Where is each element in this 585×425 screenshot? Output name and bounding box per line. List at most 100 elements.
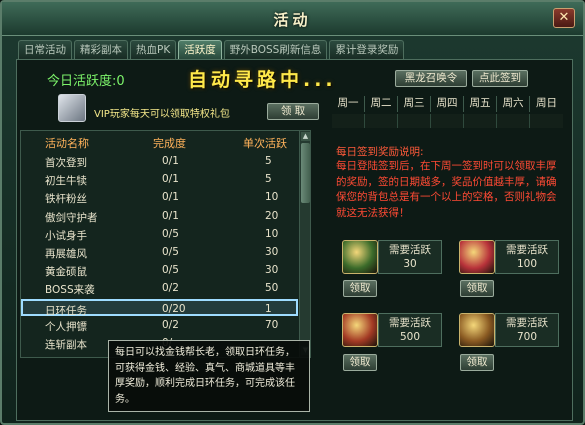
progress-cell: 0/2 [162, 318, 179, 331]
summon-button[interactable]: 黑龙召唤令 [395, 70, 467, 87]
day-slot [431, 114, 464, 128]
week-header: 周一 周二 周三 周四 周五 周六 周日 [332, 96, 564, 112]
day-mon: 周一 [332, 96, 365, 112]
table-row[interactable]: 日环任务 0/20 1 [21, 298, 298, 317]
day-slot [464, 114, 497, 128]
activity-name-cell: 黄金硕鼠 [45, 266, 87, 279]
day-wed: 周三 [398, 96, 431, 112]
reward-requirement: 需要活跃 500 [378, 313, 442, 347]
points-cell: 30 [265, 246, 279, 258]
activity-name-cell: 首次登到 [45, 157, 87, 169]
table-row[interactable]: 首次登到 0/1 5 [21, 153, 298, 170]
activity-table: 活动名称 完成度 单次活跃 首次登到 0/1 5 初生牛犊 0/1 5 铁杆粉丝 0/1 10 傲… [20, 130, 311, 358]
day-fri: 周五 [464, 96, 497, 112]
points-cell: 70 [265, 318, 279, 331]
task-tooltip: 每日可以找金钱帮长老，领取日环任务，可获得金钱、经验、真气、商城道具等丰厚奖励，… [108, 340, 310, 412]
reward-requirement-label: 需要活跃 [506, 317, 548, 329]
activity-name-cell: 再展雄风 [45, 248, 87, 260]
points-cell: 20 [265, 209, 279, 222]
tab-bar: 日常活动 精彩副本 热血PK 活跃度 野外BOSS刷新信息 累计登录奖励 [18, 40, 405, 59]
col-activity-name: 活动名称 [45, 137, 89, 150]
vip-gift-icon[interactable] [58, 94, 86, 122]
activity-name-cell: BOSS来袭 [45, 284, 95, 297]
day-slot [497, 114, 530, 128]
table-row[interactable]: 初生牛犊 0/1 5 [21, 171, 298, 188]
table-row[interactable]: 黄金硕鼠 0/5 30 [21, 262, 298, 279]
reward-requirement-value: 100 [516, 258, 538, 270]
treasure-chest-icon[interactable] [342, 240, 378, 274]
claim-vip-button[interactable]: 领 取 [267, 103, 319, 120]
tab-daily[interactable]: 日常活动 [18, 40, 72, 59]
activity-name-cell: 日环任务 [45, 304, 87, 317]
day-slot [398, 114, 431, 128]
points-cell: 10 [265, 191, 279, 204]
claim-reward-button[interactable]: 领取 [343, 280, 377, 297]
points-cell: 1 [265, 302, 272, 315]
title-bar[interactable]: 活动 ✕ [2, 2, 583, 36]
signin-day-slots [332, 114, 564, 128]
table-row[interactable]: 傲剑守护者 0/1 20 [21, 208, 298, 225]
col-progress: 完成度 [153, 137, 186, 150]
activity-name-cell: 个人押镖 [45, 320, 87, 333]
signin-reward-title: 每日签到奖励说明: [336, 146, 424, 158]
points-cell: 10 [265, 227, 279, 240]
progress-cell: 0/5 [162, 227, 179, 240]
day-sun: 周日 [536, 97, 557, 109]
signin-reward-description: 每日登陆签到后，在下周一签到时可以领取丰厚的奖励，签的日期越多，奖品价值越丰厚，… [336, 160, 557, 219]
activity-name-cell: 铁杆粉丝 [45, 193, 87, 206]
claim-reward-button[interactable]: 领取 [460, 354, 494, 371]
claim-reward-button[interactable]: 领取 [343, 354, 377, 371]
activity-score: 今日活跃度:0 [47, 74, 125, 89]
activity-name-cell: 傲剑守护者 [45, 211, 98, 224]
table-row[interactable]: BOSS来袭 0/2 50 [21, 280, 298, 297]
day-slot [332, 114, 365, 128]
day-slot [365, 114, 398, 128]
progress-cell: 0/20 [162, 302, 186, 315]
points-cell: 50 [265, 282, 279, 295]
window-title: 活动 [273, 11, 312, 29]
tab-login-rewards[interactable]: 累计登录奖励 [329, 40, 405, 59]
table-scrollbar[interactable]: ▲ ▼ [299, 131, 310, 357]
progress-cell: 0/5 [162, 264, 179, 277]
points-cell: 30 [265, 264, 279, 277]
day-thu: 周四 [431, 96, 464, 112]
scroll-up-icon[interactable]: ▲ [301, 132, 310, 141]
tab-pk[interactable]: 热血PK [130, 40, 177, 59]
activity-name-cell: 连斩副本 [45, 339, 87, 351]
activity-name-cell: 小试身手 [45, 229, 87, 242]
col-points: 单次活跃 [243, 137, 287, 150]
day-sat: 周六 [497, 96, 530, 112]
reward-requirement-label: 需要活跃 [389, 317, 431, 329]
activity-name-cell: 初生牛犊 [45, 175, 87, 188]
day-tue: 周二 [365, 96, 398, 112]
progress-cell: 0/1 [162, 191, 179, 204]
table-row[interactable]: 个人押镖 0/2 70 [21, 317, 298, 334]
reward-requirement: 需要活跃 700 [495, 313, 559, 347]
reward-requirement-value: 30 [403, 258, 417, 270]
vip-privilege-text: VIP玩家每天可以领取特权礼包 [94, 109, 230, 120]
table-header: 活动名称 完成度 单次活跃 [21, 135, 312, 151]
day-slot [530, 114, 563, 128]
reward-requirement: 需要活跃 100 [495, 240, 559, 274]
tab-boss-refresh[interactable]: 野外BOSS刷新信息 [223, 40, 328, 59]
gift-box-icon[interactable] [459, 240, 495, 274]
tab-activity[interactable]: 活跃度 [178, 40, 222, 59]
claim-reward-button[interactable]: 领取 [460, 280, 494, 297]
table-row[interactable]: 再展雄风 0/5 30 [21, 244, 298, 261]
progress-cell: 0/1 [162, 173, 179, 186]
progress-cell: 0/2 [162, 282, 179, 295]
progress-cell: 0/1 [162, 155, 179, 167]
reward-requirement-value: 500 [399, 331, 421, 343]
reward-requirement-label: 需要活跃 [506, 244, 548, 256]
table-row[interactable]: 铁杆粉丝 0/1 10 [21, 189, 298, 206]
scroll-thumb[interactable] [301, 143, 310, 203]
signin-button[interactable]: 点此签到 [472, 70, 528, 87]
red-chest-icon[interactable] [342, 313, 378, 347]
table-row[interactable]: 小试身手 0/5 10 [21, 226, 298, 243]
reward-requirement: 需要活跃 30 [378, 240, 442, 274]
golden-chest-icon[interactable] [459, 313, 495, 347]
points-cell: 5 [265, 173, 272, 186]
progress-cell: 0/1 [162, 209, 179, 222]
close-button[interactable]: ✕ [553, 8, 575, 28]
tab-dungeons[interactable]: 精彩副本 [74, 40, 128, 59]
